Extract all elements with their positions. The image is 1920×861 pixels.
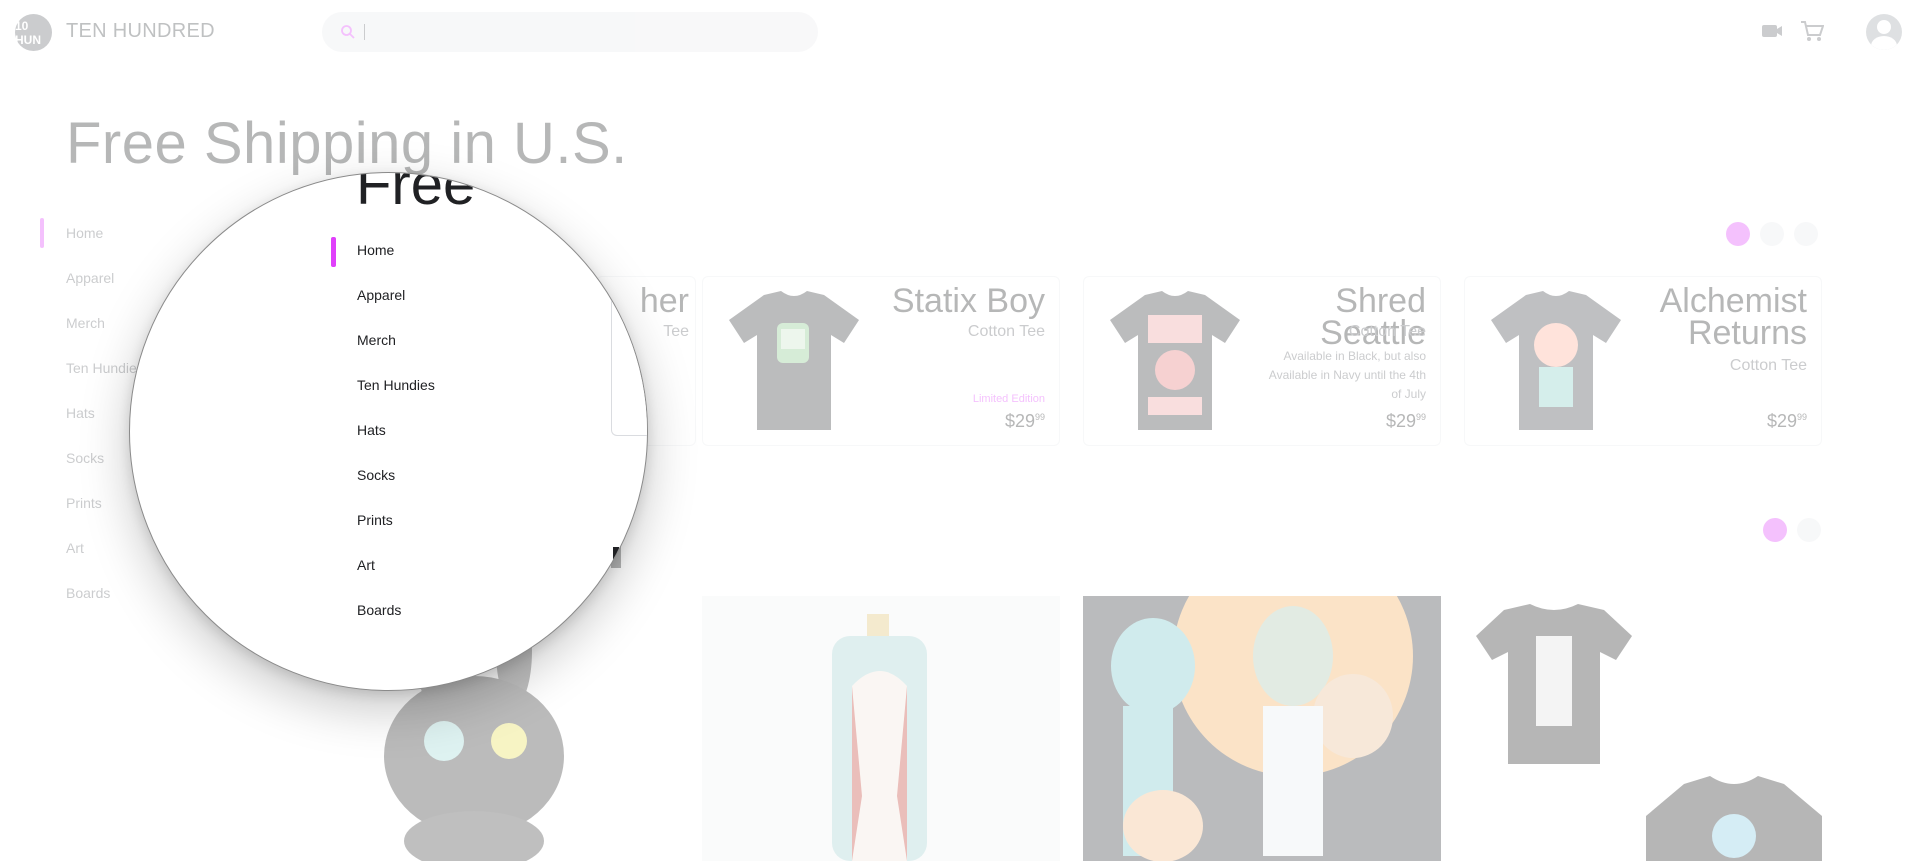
hero-title-magnified: Free [356, 172, 476, 217]
spray-can-image [832, 614, 927, 861]
section-marker [613, 547, 619, 565]
carousel-dot[interactable] [1760, 222, 1784, 246]
product-price: $2999 [1767, 411, 1807, 432]
product-title: Statix Boy [891, 282, 1045, 320]
art-tile-tees[interactable] [1464, 596, 1822, 861]
price-dollars: $29 [1004, 411, 1035, 431]
price-cents: 99 [1415, 412, 1426, 422]
product-card[interactable]: Statix Boy Cotton Tee Limited Edition $2… [702, 276, 1060, 446]
carousel-dot[interactable] [1763, 518, 1787, 542]
tshirt-image [1476, 604, 1822, 861]
sidebar-item-prints[interactable]: Prints [331, 505, 591, 550]
sidebar-item-apparel[interactable]: Apparel [331, 280, 591, 325]
product-card[interactable]: Shred Seattle Cotton Tee Available in Bl… [1083, 276, 1441, 446]
product-card[interactable]: Alchemist Returns Cotton Tee $2999 [1464, 276, 1822, 446]
search-bar[interactable] [322, 12, 818, 52]
product-subtitle: Cotton Tee [967, 323, 1045, 340]
product-price: $2999 [1005, 411, 1045, 432]
search-input[interactable] [364, 24, 365, 40]
product-subtitle: Cotton Tee [1729, 357, 1807, 374]
product-card-edge [611, 263, 647, 436]
magnifier-lens: Free Home Apparel Merch Ten Hundies Hats… [129, 172, 648, 691]
sidebar-item-merch[interactable]: Merch [331, 325, 591, 370]
product-title: Alchemist Returns [1659, 282, 1807, 352]
product-subtitle: Cotton Tee [1348, 323, 1426, 340]
cartoon-poster-image [1083, 596, 1441, 861]
sidebar-item-socks[interactable]: Socks [331, 460, 591, 505]
carousel-dot[interactable] [1794, 222, 1818, 246]
price-dollars: $29 [1766, 411, 1797, 431]
sidebar-item-boards[interactable]: Boards [331, 595, 591, 640]
sidebar-nav-magnified: Home Apparel Merch Ten Hundies Hats Sock… [331, 235, 591, 640]
carousel-dots-featured [1726, 222, 1818, 246]
sidebar-item-hats[interactable]: Hats [331, 415, 591, 460]
brand-name[interactable]: TEN HUNDRED [66, 20, 215, 43]
product-description: Available in Black, but also Available i… [1268, 349, 1426, 401]
sidebar-item-home[interactable]: Home [331, 235, 591, 280]
hero-title: Free Shipping in U.S. [66, 111, 628, 176]
logo-icon[interactable]: 10 HUN [15, 14, 52, 51]
sidebar-item-ten-hundies[interactable]: Ten Hundies [331, 370, 591, 415]
sidebar-item-art[interactable]: Art [331, 550, 591, 595]
avatar-icon[interactable] [1866, 14, 1902, 50]
price-cents: 99 [1796, 412, 1807, 422]
product-edition: Limited Edition [972, 393, 1045, 405]
cart-icon[interactable] [1800, 20, 1824, 42]
art-tile-spray-can[interactable] [702, 596, 1060, 861]
price-dollars: $29 [1385, 411, 1416, 431]
carousel-dot[interactable] [1797, 518, 1821, 542]
camera-icon[interactable] [1761, 22, 1783, 40]
carousel-dots-art [1763, 518, 1821, 542]
art-tile-rick-and-morty[interactable] [1083, 596, 1441, 861]
product-subtitle: Tee [663, 323, 689, 340]
price-cents: 99 [1034, 412, 1045, 422]
product-price: $2999 [1386, 411, 1426, 432]
top-app-bar: 10 HUN TEN HUNDRED [0, 0, 1920, 64]
carousel-dot[interactable] [1726, 222, 1750, 246]
search-icon [341, 25, 355, 39]
